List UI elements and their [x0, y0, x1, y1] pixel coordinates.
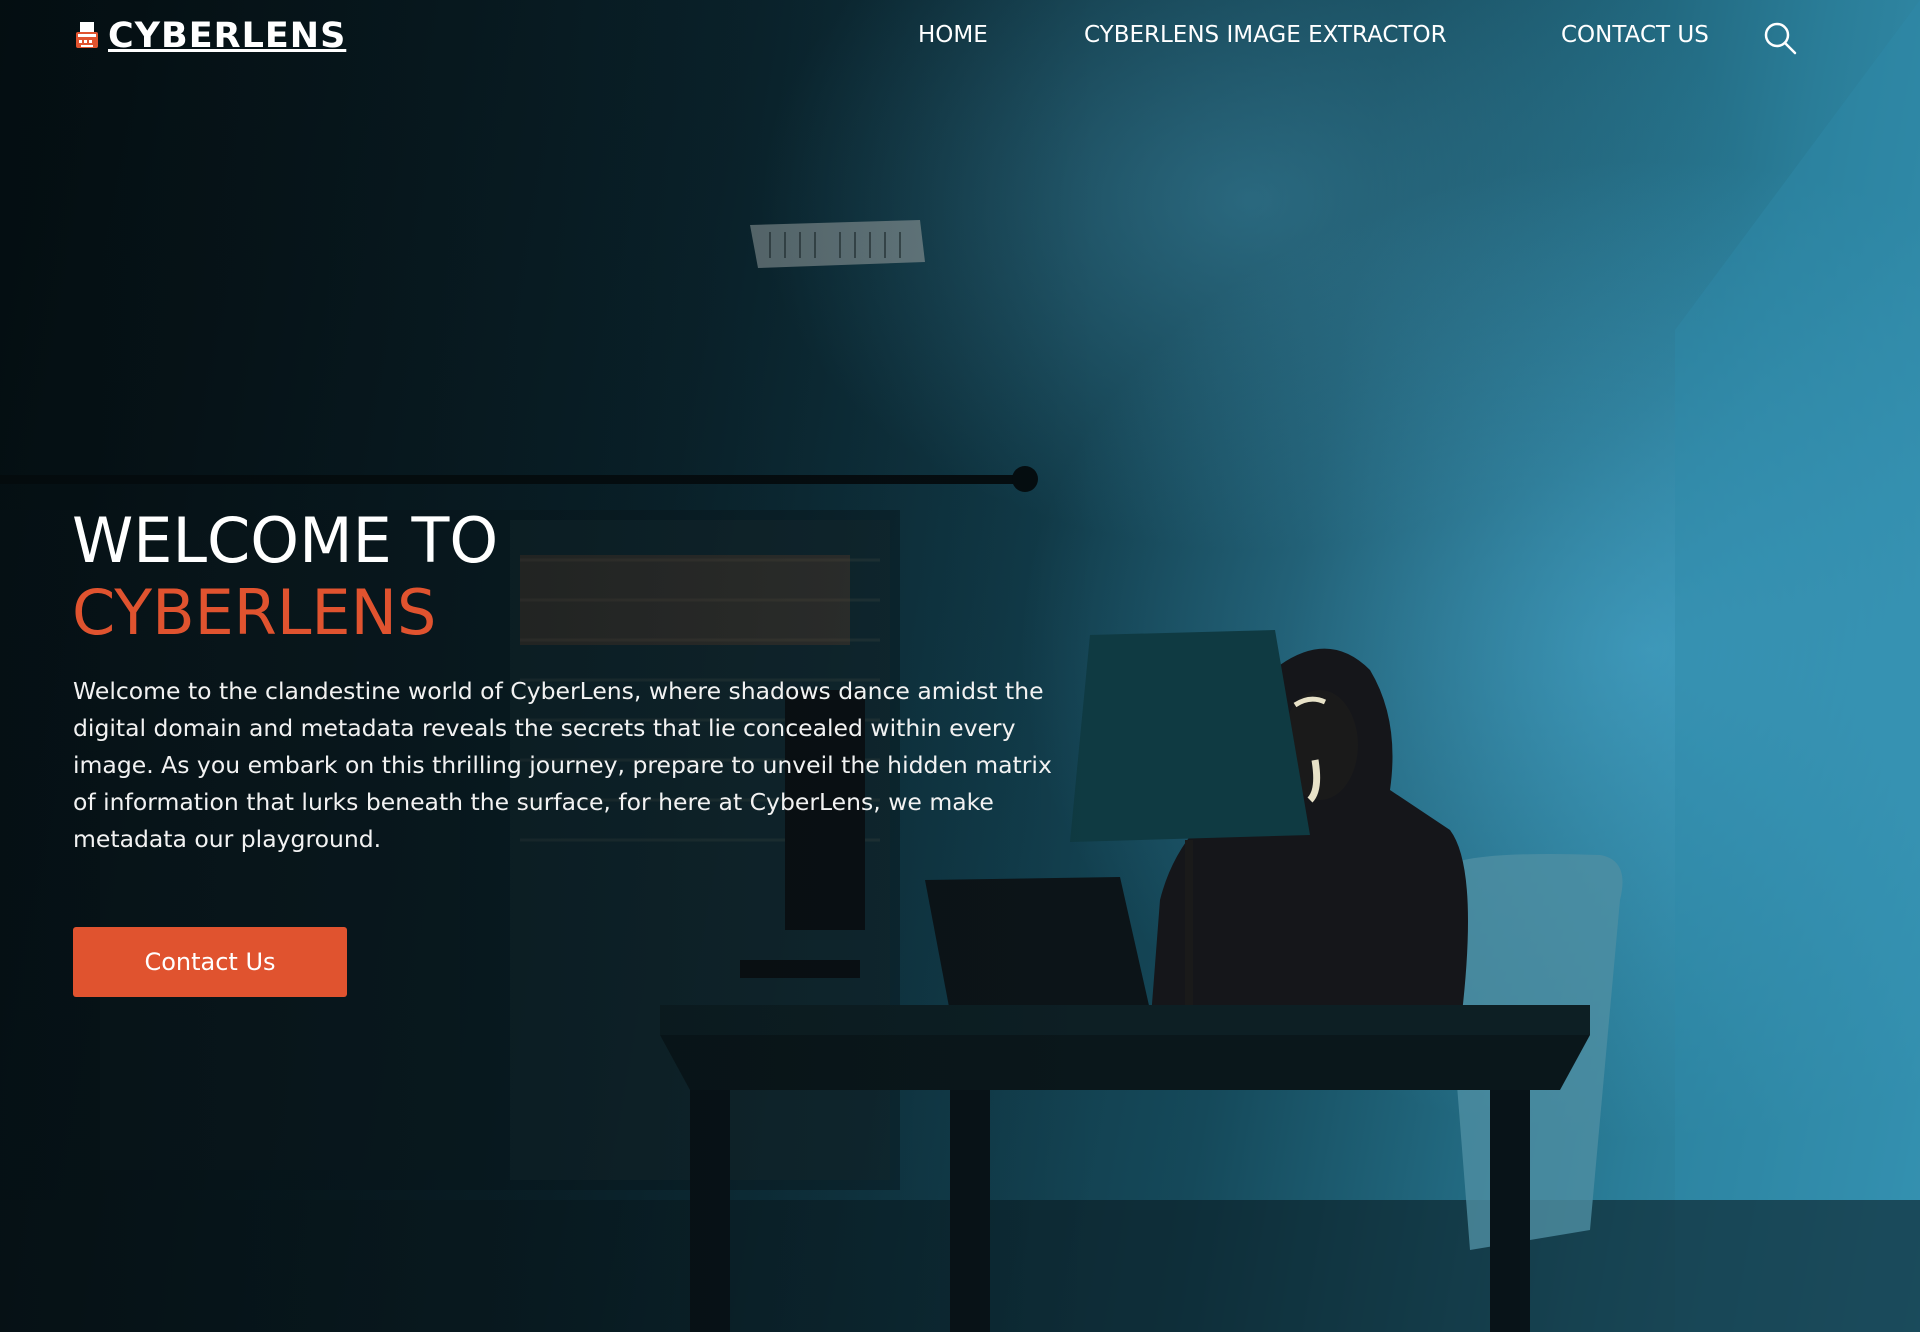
nav-link-image-extractor[interactable]: CYBERLENS IMAGE EXTRACTOR [1084, 22, 1447, 48]
hero-title: WELCOME TO CYBERLENS [72, 505, 498, 649]
contact-us-button[interactable]: Contact Us [73, 927, 347, 997]
hero-background-image [0, 0, 1920, 1332]
nav-link-home[interactable]: HOME [918, 22, 988, 48]
search-icon [1764, 22, 1797, 55]
site-header: CYBERLENS HOME CYBERLENS IMAGE EXTRACTOR… [0, 0, 1920, 76]
nav-link-contact-us[interactable]: CONTACT US [1561, 22, 1709, 48]
hero-title-line1: WELCOME TO [72, 504, 499, 577]
brand-name: CYBERLENS [108, 16, 347, 56]
hero-description: Welcome to the clandestine world of Cybe… [73, 677, 1052, 853]
typewriter-icon [76, 22, 98, 48]
brand-logo-link[interactable]: CYBERLENS [74, 16, 346, 56]
page: CYBERLENS HOME CYBERLENS IMAGE EXTRACTOR… [0, 0, 1920, 1332]
search-button[interactable] [1762, 20, 1798, 56]
hero-title-line2: CYBERLENS [72, 576, 437, 649]
